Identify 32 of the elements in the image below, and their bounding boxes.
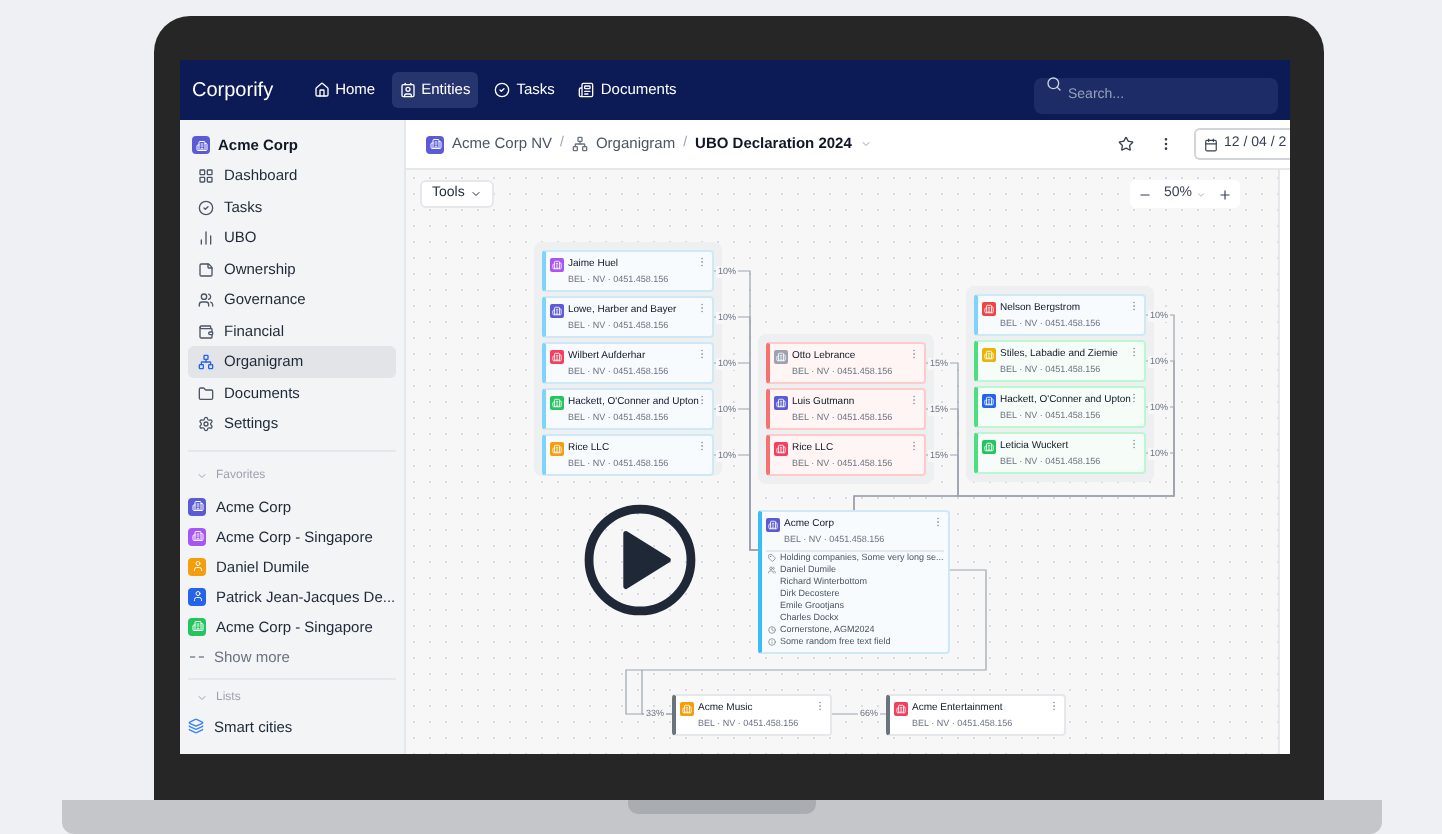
chevron-icon (1196, 189, 1207, 199)
network-icon (571, 136, 588, 152)
layers-icon (188, 718, 204, 735)
play-icon[interactable] (582, 502, 698, 618)
building-icon (426, 135, 444, 153)
bar-chart-icon (198, 230, 214, 246)
chevron-icon[interactable] (196, 692, 208, 705)
check-circle-icon (494, 82, 511, 98)
chevron-icon[interactable] (859, 138, 872, 150)
network-icon (198, 354, 214, 370)
house-icon (313, 82, 330, 98)
note-icon (198, 261, 214, 277)
star-icon[interactable] (1118, 136, 1134, 152)
info-icon (768, 638, 776, 646)
contact-card-icon (399, 82, 416, 98)
calendar-icon (1204, 137, 1218, 151)
clock-icon (768, 626, 776, 634)
newspaper-icon (578, 82, 595, 98)
search-icon (1046, 76, 1062, 92)
tag-icon (768, 554, 776, 562)
entity-card[interactable] (758, 510, 950, 654)
chevron-icon (470, 188, 483, 200)
grid-icon (198, 168, 214, 184)
check-circle-icon (198, 199, 214, 215)
folder-icon (198, 385, 214, 401)
people-icon (198, 292, 214, 308)
wallet-icon (198, 323, 214, 339)
chevron-icon[interactable] (196, 470, 208, 483)
gear-icon (198, 416, 214, 432)
people-icon (768, 566, 776, 574)
app-logo[interactable]: Corporify (192, 75, 274, 105)
zoom-in-icon[interactable] (1218, 187, 1233, 201)
